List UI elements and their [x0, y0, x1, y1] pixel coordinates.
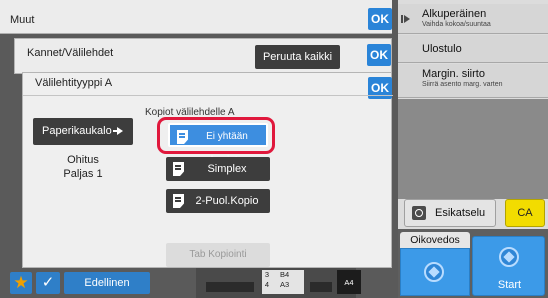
other-settings-dialog: Muut OK — [0, 0, 392, 34]
paper-tray-label: Paperikaukalo — [42, 125, 112, 137]
tray-level-bar — [310, 282, 332, 292]
paper-tray-button[interactable]: Paperikaukalo — [33, 118, 133, 145]
ok-button[interactable]: OK — [368, 8, 392, 30]
preview-icon — [412, 206, 426, 220]
checkmark-icon[interactable]: ✓ — [36, 272, 60, 294]
covers-tabs-dialog: Kannet/Välilehdet Peruuta kaikki OK — [14, 38, 392, 74]
bypass-value: Paljas 1 — [63, 168, 103, 180]
right-panel-empty-area — [398, 99, 548, 199]
document-icon — [173, 194, 184, 208]
margin-shift-title: Margin. siirto — [422, 68, 485, 80]
other-settings-title: Muut — [10, 14, 35, 26]
previous-button[interactable]: Edellinen — [64, 272, 150, 294]
clear-all-button[interactable]: CA — [505, 199, 545, 227]
preview-button[interactable]: Esikatselu — [404, 199, 496, 227]
original-setting-item[interactable]: Alkuperäinen Vaihda kokoa/suuntaa — [398, 4, 548, 34]
expand-arrow-icon — [401, 15, 410, 23]
star-icon[interactable]: ★ — [10, 272, 32, 294]
proof-copy-button[interactable] — [400, 248, 470, 296]
start-button[interactable]: Start — [472, 236, 545, 296]
document-icon — [173, 162, 184, 176]
output-setting-item[interactable]: Ulostulo — [398, 35, 548, 63]
margin-shift-subtitle: Siirrä asento marg. varten — [422, 81, 503, 88]
option-label: 2-Puol.Kopio — [195, 195, 259, 207]
cancel-all-button[interactable]: Peruuta kaikki — [255, 45, 340, 69]
output-title: Ulostulo — [422, 43, 462, 55]
divider — [23, 95, 393, 96]
tab-copy-button[interactable]: Tab Kopiointi — [166, 243, 270, 267]
option-label: Simplex — [207, 163, 247, 175]
tab-type-title: Välilehtityyppi A — [35, 77, 113, 89]
tray-level-bar — [206, 282, 254, 292]
covers-tabs-title: Kannet/Välilehdet — [27, 47, 114, 59]
tray-row: 4 A3 — [262, 280, 292, 289]
margin-shift-item[interactable]: Margin. siirto Siirrä asento marg. varte… — [398, 64, 548, 98]
proof-copy-tab[interactable]: Oikovedos — [400, 232, 470, 248]
tray-number: 3 — [264, 270, 270, 279]
bypass-label: Ohitus — [67, 154, 99, 166]
start-diamond-icon — [424, 262, 444, 282]
option-duplex[interactable]: 2-Puol.Kopio — [166, 189, 270, 213]
ok-button[interactable]: OK — [367, 44, 391, 66]
start-label: Start — [497, 279, 522, 291]
arrow-right-icon — [113, 127, 123, 135]
tray-size: B4 — [280, 270, 290, 279]
tray-number: 4 — [264, 280, 270, 289]
tray-size: A3 — [280, 280, 290, 289]
screen: Alkuperäinen Vaihda kokoa/suuntaa Ulostu… — [0, 0, 548, 298]
tray-row: 3 B4 — [262, 270, 292, 279]
tab-type-dialog: Välilehtityyppi A OK Paperikaukalo Ohitu… — [22, 72, 393, 268]
original-subtitle: Vaihda kokoa/suuntaa — [422, 21, 491, 28]
paper-size-indicator: A4 — [337, 270, 361, 294]
bypass-info: Ohitus Paljas 1 — [33, 153, 133, 181]
start-diamond-icon — [499, 247, 519, 267]
preview-label: Esikatselu — [435, 207, 486, 219]
selection-highlight-frame — [157, 117, 275, 154]
original-title: Alkuperäinen — [422, 8, 487, 20]
option-simplex[interactable]: Simplex — [166, 157, 270, 181]
